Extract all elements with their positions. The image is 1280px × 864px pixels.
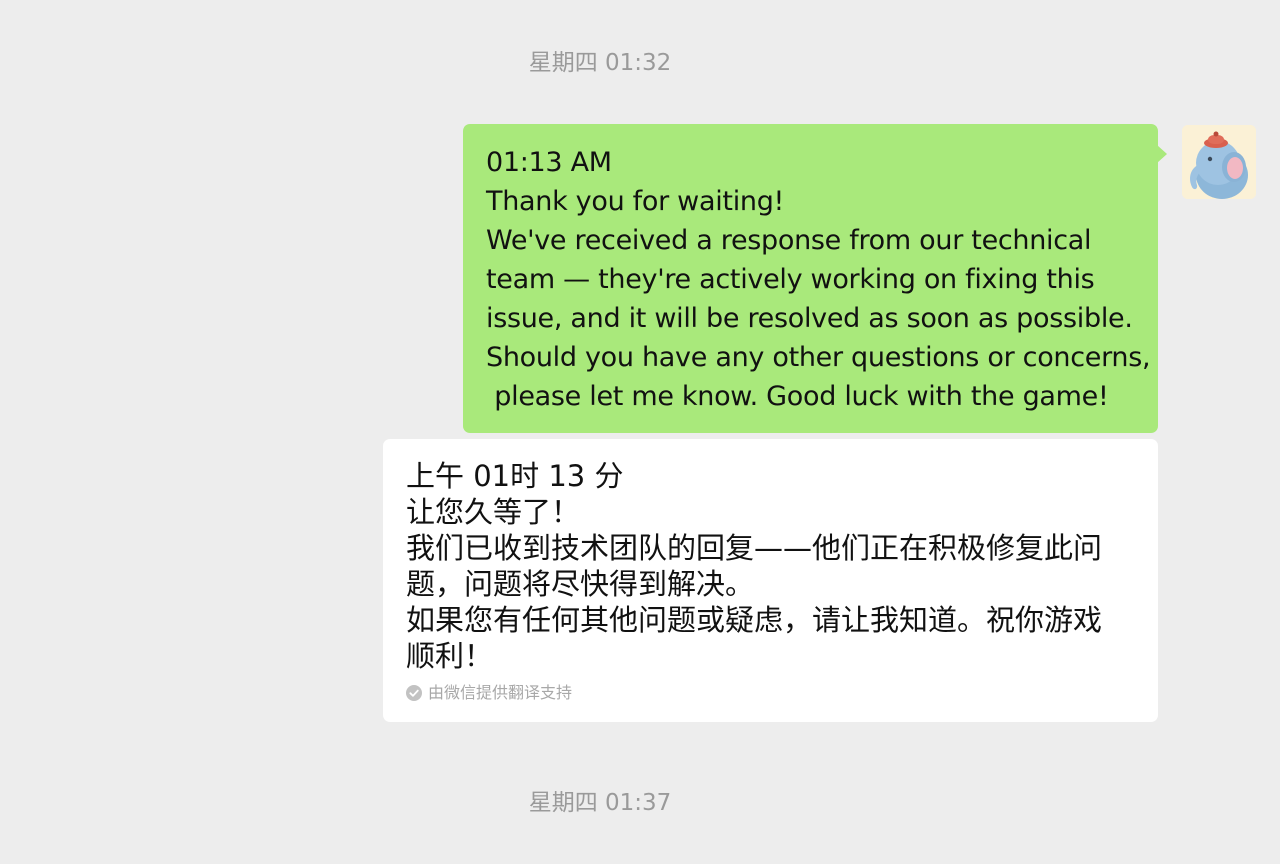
message-line: Should you have any other questions or c… (486, 342, 1151, 373)
message-line: please let me know. Good luck with the g… (486, 381, 1109, 412)
check-circle-icon (406, 685, 422, 701)
timestamp-divider: 星期四 01:37 (528, 790, 672, 816)
translation-line: 我们已收到技术团队的回复——他们正在积极修复此问 (406, 531, 1103, 565)
message-line: 01:13 AM (486, 147, 612, 178)
translation-bubble[interactable]: 上午 01时 13 分 让您久等了！ 我们已收到技术团队的回复——他们正在积极修… (383, 439, 1158, 722)
translation-line: 上午 01时 13 分 (406, 459, 624, 493)
translation-line: 如果您有任何其他问题或疑虑，请让我知道。祝你游戏 (406, 603, 1103, 637)
translation-credit-text: 由微信提供翻译支持 (428, 683, 573, 702)
sent-message-bubble[interactable]: 01:13 AM Thank you for waiting! We've re… (463, 124, 1167, 433)
message-line: Thank you for waiting! (486, 186, 785, 217)
chat-view: 星期四 01:32 01:13 AM Thank you for waiting… (0, 0, 1280, 864)
message-line: issue, and it will be resolved as soon a… (486, 303, 1133, 334)
elephant-avatar-icon[interactable] (1182, 125, 1256, 199)
message-line: team — they're actively working on fixin… (486, 264, 1095, 295)
timestamp-divider: 星期四 01:32 (528, 50, 672, 76)
translation-line: 题，问题将尽快得到解决。 (406, 567, 755, 601)
translation-credit: 由微信提供翻译支持 (406, 682, 1136, 704)
message-line: We've received a response from our techn… (486, 225, 1092, 256)
translation-line: 让您久等了！ (406, 495, 581, 529)
translation-line: 顺利！ (406, 639, 494, 673)
elephant-avatar-icon-graphic (1182, 125, 1256, 199)
